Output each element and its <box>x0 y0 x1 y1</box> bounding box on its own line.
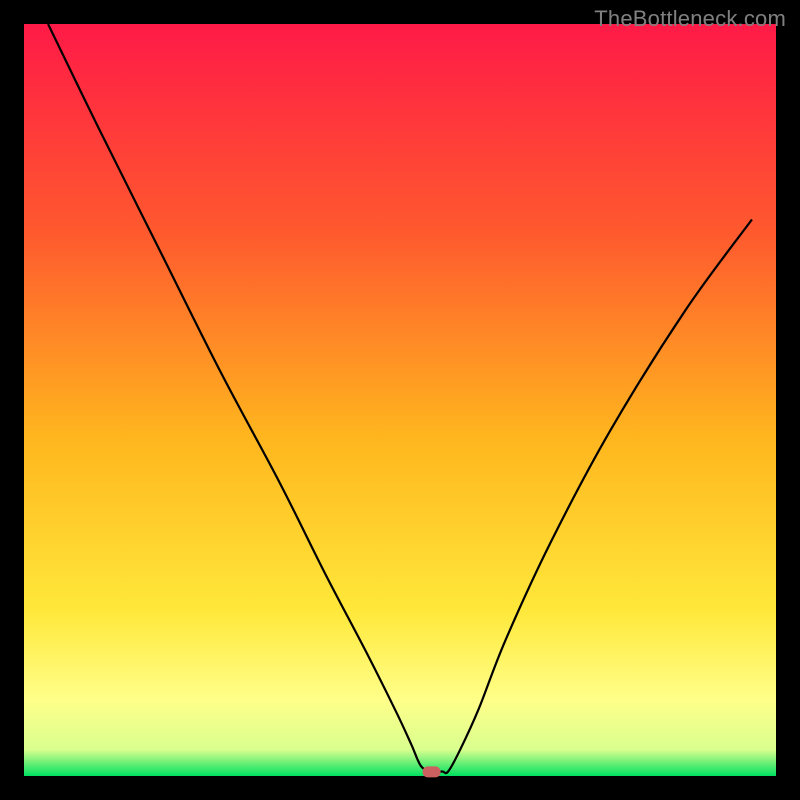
watermark-text: TheBottleneck.com <box>594 6 786 32</box>
chart-container: TheBottleneck.com <box>0 0 800 800</box>
plot-background <box>24 24 776 776</box>
plot-frame-right <box>776 0 800 800</box>
optimal-marker <box>423 766 441 777</box>
plot-frame-bottom <box>0 776 800 800</box>
bottleneck-chart <box>0 0 800 800</box>
plot-frame-left <box>0 0 24 800</box>
